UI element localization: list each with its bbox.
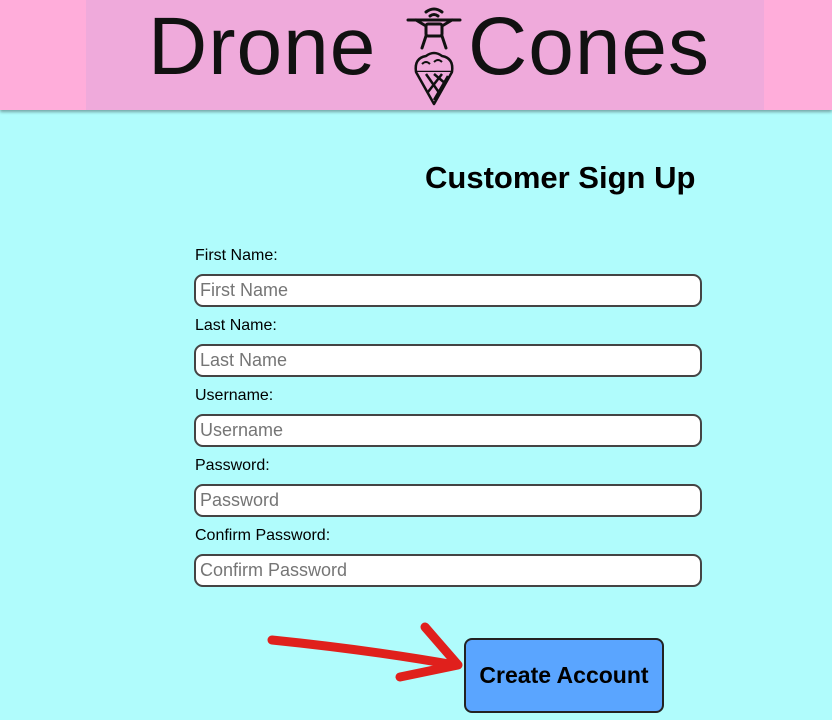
first-name-input[interactable] xyxy=(194,274,702,307)
red-arrow-annotation xyxy=(267,622,463,682)
logo-text-cones: Cones xyxy=(468,1,711,92)
password-label: Password: xyxy=(195,457,270,474)
username-input[interactable] xyxy=(194,414,702,447)
drone-icon xyxy=(406,7,462,50)
site-header: Drone Cones xyxy=(0,0,832,110)
password-input[interactable] xyxy=(194,484,702,517)
first-name-label: First Name: xyxy=(195,247,278,264)
ice-cream-cone-icon xyxy=(414,51,454,106)
confirm-password-input[interactable] xyxy=(194,554,702,587)
last-name-input[interactable] xyxy=(194,344,702,377)
confirm-password-label: Confirm Password: xyxy=(195,527,331,544)
create-account-button[interactable]: Create Account xyxy=(464,638,664,713)
logo-text-drone: Drone xyxy=(148,1,377,92)
username-label: Username: xyxy=(195,387,274,404)
drone-cone-logo-icon xyxy=(406,7,462,106)
last-name-label: Last Name: xyxy=(195,317,277,334)
page-title: Customer Sign Up xyxy=(425,160,696,195)
